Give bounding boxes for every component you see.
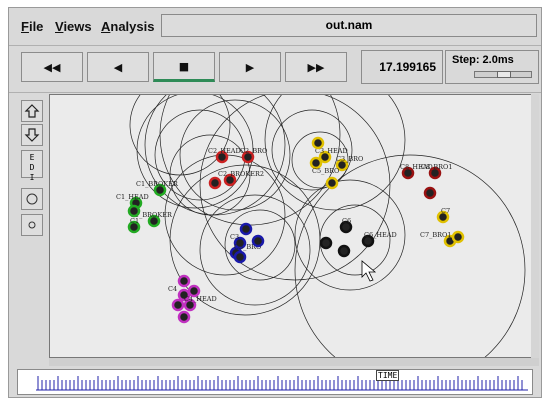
menu-bar: File Views Analysis out.nam [9,8,541,46]
node [311,136,325,150]
current-time-display: 17.199165 [361,50,443,84]
node-label: C8_BRO1 [421,163,453,171]
node [423,186,437,200]
timeline-ticks [36,376,528,391]
node-label: C5_BRO [312,167,339,175]
edit-letter: I [29,173,35,182]
node-label: C3 [230,233,239,241]
node-label: C6_HEAD [364,231,397,239]
small-circle-icon [28,221,36,229]
node [451,230,465,244]
mouse-cursor-icon [361,260,377,282]
stop-button[interactable]: ■ [153,52,215,82]
play-button[interactable]: ▶ [219,52,281,82]
step-control: Step: 2.0ms [445,50,539,84]
node-label: C3_BRO [336,155,363,163]
play-icon: ▶ [245,60,255,74]
edit-letter: D [29,163,35,172]
node-label: C1_HEAD [116,193,149,201]
node-label: C2_BROKER2 [218,170,264,178]
node [337,244,351,258]
step-slider-knob[interactable] [497,71,511,78]
node [208,176,222,190]
menu-analysis[interactable]: Analysis [101,19,154,34]
nam-window: File Views Analysis out.nam ◀◀ ◀ ■ ▶ ▶▶ … [8,7,542,398]
step-slider[interactable] [474,71,532,78]
network-canvas[interactable]: C2_HEAD C2_BRO C2_BROKER2 C1_HEAD C1_BROKER C… [49,94,539,358]
node [325,176,339,190]
zoom-in-icon [24,104,40,118]
circle-icon [26,193,38,205]
node-label: C6 [342,217,351,225]
playback-toolbar: ◀◀ ◀ ■ ▶ ▶▶ 17.199165 Step: 2.0ms [9,46,541,93]
timeline-bar[interactable]: TIME [17,369,533,395]
file-name-display: out.nam [161,14,537,37]
vertical-scrollbar[interactable] [531,94,539,358]
node-tool-button[interactable] [21,188,43,210]
edit-letter: E [29,153,35,162]
node [171,298,185,312]
node [187,284,201,298]
fast-forward-button[interactable]: ▶▶ [285,52,347,82]
rewind-button[interactable]: ◀◀ [21,52,83,82]
node [127,204,141,218]
network-drawing: C2_HEAD C2_BRO C2_BROKER2 C1_HEAD C1_BROKER C… [116,95,526,357]
edit-button[interactable]: E D I [21,150,43,182]
fast-forward-icon: ▶▶ [307,60,325,74]
node [319,236,333,250]
zoom-in-button[interactable] [21,100,43,122]
node [177,310,191,324]
range-circle [144,95,286,216]
timeline-label: TIME [376,370,400,381]
node [239,222,253,236]
back-icon: ◀ [113,60,123,74]
node-label: C1_BROKER [136,180,179,188]
node-label: C7_BRO1 [420,231,452,239]
range-circle [179,99,291,211]
node [233,250,247,264]
menu-file[interactable]: File [21,19,43,34]
step-back-button[interactable]: ◀ [87,52,149,82]
rewind-icon: ◀◀ [43,60,61,74]
node-label: C7 [441,207,450,215]
node-label: C4 [168,285,177,293]
node-label: C4_HEAD [184,295,217,303]
zoom-out-button[interactable] [21,124,43,146]
node-label: C2_BRO [240,147,267,155]
node [177,274,191,288]
horizontal-scrollbar[interactable] [49,358,539,366]
node-label: C1 [130,217,139,225]
menu-views[interactable]: Views [55,19,92,34]
zoom-out-icon [24,128,40,142]
node-label: C2_HEAD [208,147,241,155]
range-circle [199,95,391,281]
step-label: Step: 2.0ms [452,54,514,66]
stop-icon: ■ [178,59,190,73]
side-toolbar: E D I [17,94,45,356]
point-tool-button[interactable] [21,214,43,236]
node [251,234,265,248]
